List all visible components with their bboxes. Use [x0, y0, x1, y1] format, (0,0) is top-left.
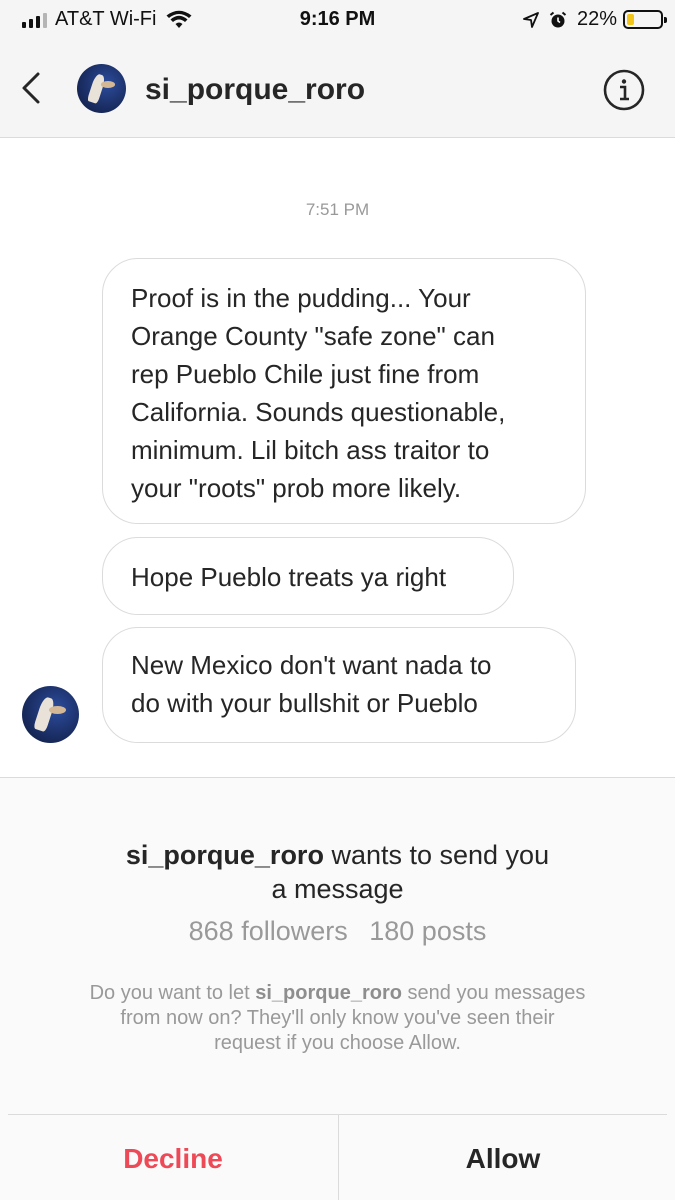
conversation-header: si_porque_roro: [0, 40, 675, 138]
request-description: Do you want to let si_porque_roro send y…: [50, 981, 625, 1056]
posts-count: 180 posts: [369, 916, 487, 946]
header-username[interactable]: si_porque_roro: [145, 73, 365, 107]
sender-avatar[interactable]: [22, 686, 79, 743]
desc-username: si_porque_roro: [255, 982, 402, 1004]
info-icon[interactable]: [603, 69, 645, 111]
message-bubble[interactable]: Proof is in the pudding... Your Orange C…: [102, 258, 586, 524]
status-right: 22%: [523, 8, 667, 31]
battery-percent: 22%: [576, 8, 617, 30]
dm-request-screen: AT&T Wi-Fi 9:16 PM 22% si_porque_roro 7:…: [0, 0, 675, 1200]
message-line: New Mexico don't want nada to: [131, 650, 492, 680]
request-username[interactable]: si_porque_roro: [126, 840, 324, 870]
message-line: minimum. Lil bitch ass traitor to: [131, 435, 490, 465]
thread-timestamp: 7:51 PM: [305, 200, 370, 219]
back-chevron-icon[interactable]: [14, 68, 50, 108]
desc-prefix: Do you want to let: [89, 982, 250, 1004]
battery-level: [627, 14, 635, 25]
message-line: do with your bullshit or Pueblo: [131, 688, 478, 718]
alarm-icon: [549, 11, 567, 27]
request-actions: Decline Allow: [8, 1114, 667, 1200]
request-title-text-2: a message: [271, 874, 404, 904]
request-title-text: wants to send you: [331, 840, 550, 870]
message-line: California. Sounds questionable,: [131, 397, 506, 427]
desc-line-3: request if you choose Allow.: [214, 1032, 461, 1054]
message-line: your "roots" prob more likely.: [131, 473, 462, 503]
battery-icon: [623, 10, 667, 29]
message-line: Hope Pueblo treats ya right: [131, 562, 447, 592]
request-stats: 868 followers 180 posts: [0, 916, 675, 947]
request-title: si_porque_roro wants to send you a messa…: [0, 838, 675, 906]
desc-line-2: from now on? They'll only know you've se…: [120, 1007, 555, 1029]
status-bar: AT&T Wi-Fi 9:16 PM 22%: [0, 0, 675, 40]
message-bubble[interactable]: Hope Pueblo treats ya right: [102, 537, 514, 615]
desc-suffix: send you messages: [407, 982, 586, 1004]
followers-count: 868 followers: [188, 916, 348, 946]
location-icon: [523, 11, 539, 28]
message-line: Orange County "safe zone" can: [131, 321, 495, 351]
message-line: Proof is in the pudding... Your: [131, 283, 471, 313]
message-request-panel: si_porque_roro wants to send you a messa…: [0, 777, 675, 1200]
message-line: rep Pueblo Chile just fine from: [131, 359, 480, 389]
message-bubble[interactable]: New Mexico don't want nada to do with yo…: [102, 627, 576, 743]
allow-button[interactable]: Allow: [338, 1115, 667, 1200]
decline-button[interactable]: Decline: [8, 1115, 338, 1200]
avatar[interactable]: [77, 64, 126, 113]
